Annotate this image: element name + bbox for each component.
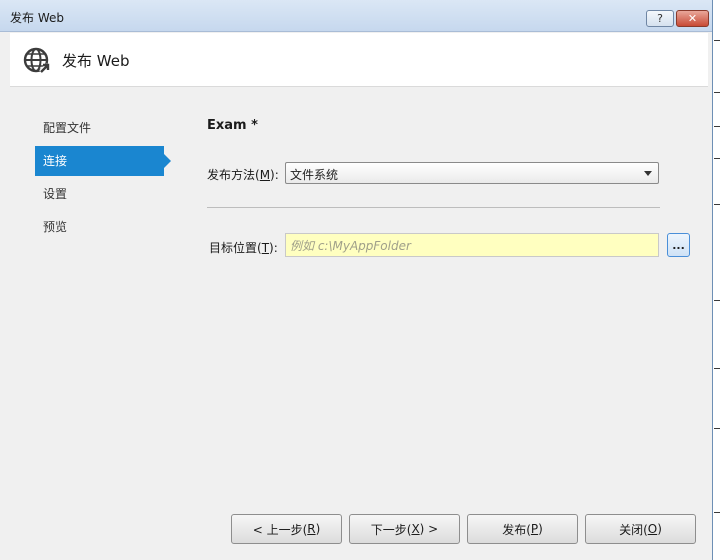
nav-item-label: 配置文件: [43, 121, 92, 135]
profile-title: Exam *: [207, 118, 258, 133]
nav-item-label: 预览: [43, 220, 68, 234]
close-button[interactable]: 关闭(O): [585, 514, 696, 544]
nav-item-label: 设置: [43, 187, 68, 201]
target-location-label: 目标位置(T):: [209, 241, 278, 255]
background-strip: [713, 0, 721, 560]
help-icon: ?: [657, 12, 663, 25]
divider: [207, 207, 660, 208]
browse-button[interactable]: ...: [667, 233, 690, 257]
strip-mark: [714, 512, 720, 513]
nav-item-label: 连接: [43, 154, 68, 168]
strip-mark: [714, 428, 720, 429]
nav-item-profile[interactable]: 配置文件: [35, 113, 170, 143]
globe-publish-icon: [23, 47, 50, 74]
nav-item-connection[interactable]: 连接: [35, 146, 171, 176]
strip-mark: [714, 204, 720, 205]
window-title: 发布 Web: [10, 11, 64, 25]
publish-button[interactable]: 发布(P): [467, 514, 578, 544]
chevron-down-icon: [644, 171, 652, 176]
strip-mark: [714, 158, 720, 159]
publish-method-label: 发布方法(M):: [207, 168, 279, 182]
help-button[interactable]: ?: [646, 10, 674, 27]
publish-method-select[interactable]: 文件系统: [285, 162, 659, 184]
close-window-button[interactable]: ✕: [676, 10, 709, 27]
close-icon: ✕: [687, 12, 698, 25]
previous-button[interactable]: < 上一步(R): [231, 514, 342, 544]
strip-mark: [714, 92, 720, 93]
header-title: 发布 Web: [62, 52, 130, 70]
nav-item-preview[interactable]: 预览: [35, 212, 170, 242]
nav-item-settings[interactable]: 设置: [35, 179, 170, 209]
title-bar[interactable]: 发布 Web ? ✕: [0, 0, 712, 32]
wizard-nav: 配置文件 连接 设置 预览: [35, 113, 171, 245]
strip-mark: [714, 40, 720, 41]
ellipsis-icon: ...: [672, 238, 685, 252]
dialog-header: 发布 Web: [10, 33, 708, 87]
strip-mark: [714, 126, 720, 127]
publish-web-dialog: 发布 Web ? ✕ 发布 Web 配置文件 连接 设置 预览 Exam * 发…: [0, 0, 713, 560]
strip-mark: [714, 300, 720, 301]
target-location-input[interactable]: 例如 c:\MyAppFolder: [285, 233, 659, 257]
publish-method-value: 文件系统: [290, 168, 339, 182]
strip-mark: [714, 368, 720, 369]
next-button[interactable]: 下一步(X) >: [349, 514, 460, 544]
